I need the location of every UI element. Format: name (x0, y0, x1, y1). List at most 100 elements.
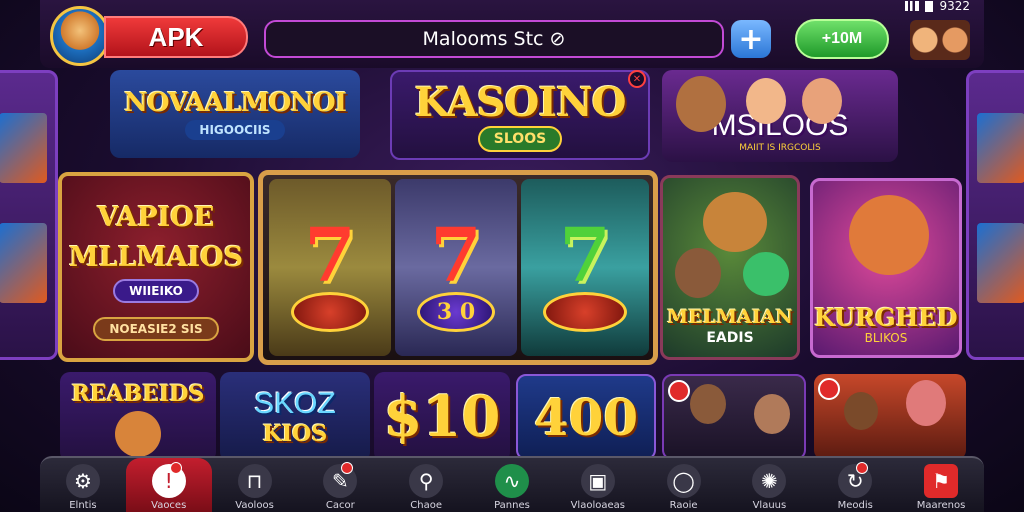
tile-subtitle: MAIIT IS IRGCOLIS (739, 143, 821, 153)
reel-2: 7 3 0 (395, 179, 517, 356)
chart-icon: ∿ (494, 464, 529, 498)
friends-avatar[interactable] (910, 20, 970, 60)
notification-badge (169, 462, 182, 474)
search-icon: ⚲ (409, 464, 444, 498)
nav-label: Raoie (669, 500, 698, 511)
hot-badge (668, 380, 690, 402)
character-face (743, 252, 789, 296)
game-tile-reabeids[interactable]: REABEIDS (60, 372, 216, 462)
nav-item-chaoe[interactable]: ⚲ Chaoe (383, 458, 469, 512)
tile-title: MELMAIAN (667, 306, 793, 328)
flag-icon: ⚑ (924, 464, 959, 498)
tile-subtitle: SLOOS (477, 125, 563, 152)
bear-character (703, 192, 767, 252)
character-face (690, 384, 726, 424)
character-face (675, 248, 721, 298)
nav-label: Vlaoloaeas (570, 500, 625, 511)
add-button[interactable]: + (731, 20, 771, 58)
reel-3: 7 (521, 179, 649, 356)
tile-pill: WIIEIKO (113, 279, 199, 303)
tile-subtitle: EADIS (706, 330, 754, 346)
reel-symbol: 7 (304, 213, 356, 299)
arcade-screen (977, 113, 1024, 183)
character-face (754, 394, 790, 434)
nav-item-vaoloos[interactable]: ⊓ Vaoloos (212, 458, 298, 512)
nav-label: Cacor (325, 500, 355, 511)
nav-label: Maarenos (916, 500, 966, 511)
game-tile-kasoino[interactable]: KASOINO SLOOS (390, 70, 650, 160)
reel-1: 7 (269, 179, 391, 356)
character-face (844, 392, 878, 430)
game-tile-10[interactable]: $10 (374, 372, 510, 462)
game-tile-melmaian[interactable]: MELMAIAN EADIS (660, 175, 800, 360)
character-face (906, 380, 946, 426)
reel-coin (543, 292, 627, 332)
settings-icon: ✺ (752, 464, 787, 498)
reel-coin (291, 292, 369, 332)
reel-symbol: 7 (430, 213, 482, 299)
search-input[interactable]: Malooms Stc ⊘ (264, 20, 724, 58)
gear-icon: ⚙ (65, 464, 100, 498)
user-avatar[interactable] (50, 6, 110, 66)
nav-label: Vaoloos (235, 500, 274, 511)
reel-coin: 3 0 (417, 292, 495, 332)
arcade-machine-left (0, 70, 58, 360)
bear-character (849, 195, 929, 275)
tile-title: 400 (533, 387, 639, 447)
nav-label: Chaoe (410, 500, 443, 511)
tile-title: KURGHED (814, 303, 958, 332)
game-tile-adventure[interactable] (814, 374, 966, 460)
tile-subtitle: BLIKOS (864, 331, 908, 345)
nav-item-vlaoloaeas[interactable]: ▣ Vlaoloaeas (555, 458, 641, 512)
bottom-nav: ⚙ Elntis ! Vaoces ⊓ Vaoloos ✎ Cacor ⚲ Ch… (40, 456, 984, 512)
nav-item-cacor[interactable]: ✎ Cacor (297, 458, 383, 512)
tile-title: REABEIDS (71, 381, 205, 407)
nav-item-vlauus[interactable]: ✺ Vlauus (727, 458, 813, 512)
game-tile-vapioe[interactable]: VAPIOE MLLMAIOS WIIEIKO NOEASIE2 SIS (58, 172, 254, 362)
status-bar: 9322 (850, 0, 970, 13)
game-tile-characters[interactable] (662, 374, 806, 460)
door-icon: ⊓ (237, 464, 272, 498)
arcade-screen (0, 223, 47, 303)
balance-button[interactable]: +10M (795, 19, 889, 59)
close-icon[interactable]: ✕ (628, 70, 646, 88)
arcade-screen (0, 113, 47, 183)
arcade-machine-right (966, 70, 1024, 360)
nav-item-maarenos[interactable]: ⚑ Maarenos (898, 458, 984, 512)
status-time: 9322 (939, 0, 970, 13)
game-tile-skoz[interactable]: SKOZ KIOS (220, 372, 370, 462)
gallery-icon: ▣ (580, 464, 615, 498)
game-tile-kurghed[interactable]: KURGHED BLIKOS (810, 178, 962, 358)
app-logo[interactable]: APK (104, 16, 248, 58)
nav-label: Vlauus (752, 500, 787, 511)
nav-label: Vaoces (151, 500, 187, 511)
tile-subtitle: KIOS (262, 421, 328, 447)
battery-icon (925, 0, 934, 12)
tile-title-line2: MLLMAIOS (68, 242, 244, 273)
nav-item-elntis[interactable]: ⚙ Elntis (40, 458, 126, 512)
tile-title: SKOZ (254, 387, 336, 420)
nav-item-vaoces[interactable]: ! Vaoces (125, 458, 212, 512)
tile-title: KASOINO (414, 78, 626, 126)
character-face (115, 411, 161, 457)
nav-item-pannes[interactable]: ∿ Pannes (469, 458, 555, 512)
game-tile-novaalmonoi[interactable]: NOVAALMONOI HIGOOCIIS (110, 70, 360, 158)
nav-label: Meodis (837, 500, 873, 511)
nav-item-meodis[interactable]: ↻ Meodis (812, 458, 898, 512)
nav-item-raoie[interactable]: ◯ Raoie (641, 458, 727, 512)
dog-character (676, 76, 726, 132)
slot-machine-reels[interactable]: 7 7 3 0 7 (258, 170, 658, 365)
game-tile-400[interactable]: 400 (516, 374, 656, 460)
hot-badge (818, 378, 840, 400)
tile-title-line1: VAPIOE (97, 202, 215, 233)
character-face (802, 78, 842, 124)
nav-label: Pannes (494, 500, 530, 511)
game-tile-msiloos[interactable]: MSILOOS MAIIT IS IRGCOLIS (662, 70, 898, 162)
reel-symbol: 7 (559, 213, 611, 299)
arcade-screen (977, 223, 1024, 303)
nav-label: Elntis (69, 500, 97, 511)
tile-title: $10 (383, 384, 501, 450)
tile-title: NOVAALMONOI (124, 88, 347, 118)
signal-icon (905, 1, 920, 11)
magnifier-icon: ◯ (666, 464, 701, 498)
